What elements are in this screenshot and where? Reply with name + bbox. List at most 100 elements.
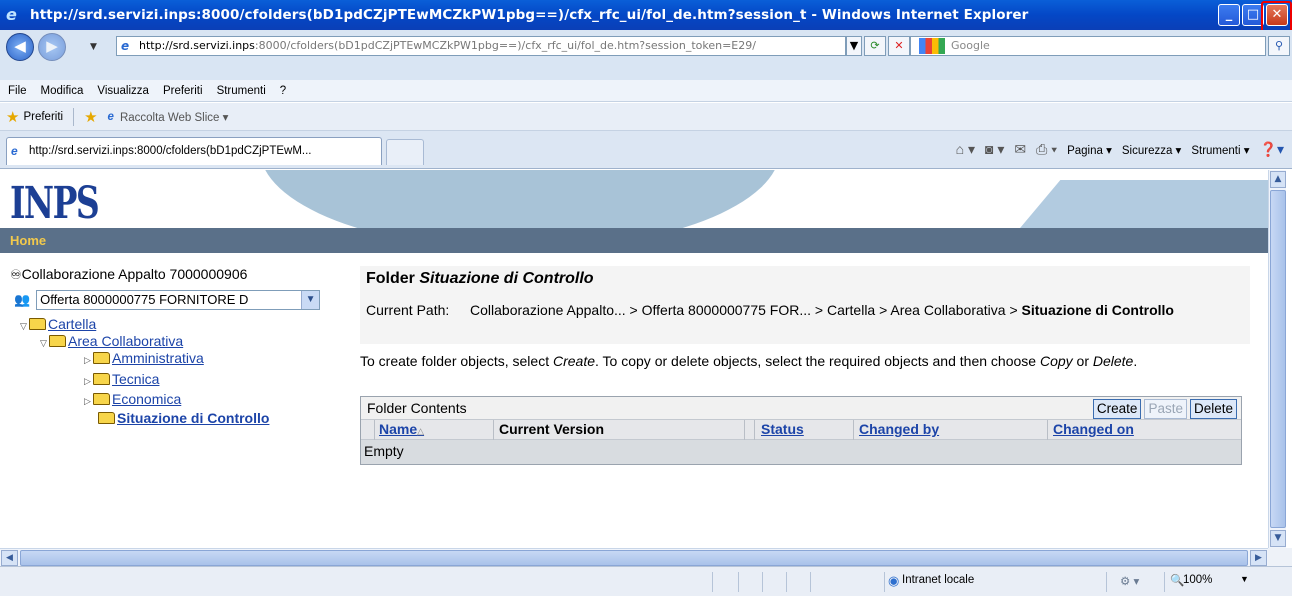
address-input[interactable]: e http://srd.servizi.inps:8000/cfolders(…	[116, 36, 846, 56]
strumenti-menu[interactable]: Strumenti ▾	[1191, 143, 1249, 157]
history-dropdown-icon[interactable]: ▼	[90, 42, 97, 52]
collapse-icon[interactable]: ▽	[20, 321, 29, 332]
menu-modifica[interactable]: Modifica	[41, 85, 84, 97]
url-host: http://srd.servizi.inps	[139, 39, 255, 52]
zoom-level[interactable]: 100%	[1183, 574, 1212, 586]
menu-help[interactable]: ?	[280, 85, 286, 97]
create-button[interactable]: Create	[1092, 399, 1142, 419]
page-content: INPS Home ♾Collaborazione Appalto 700000…	[0, 170, 1268, 548]
chevron-down-icon[interactable]: ▼	[301, 291, 320, 309]
google-icon	[919, 38, 945, 54]
ie-logo-icon: e	[6, 5, 17, 24]
back-button[interactable]: ◀	[6, 33, 34, 61]
column-changed-by[interactable]: Changed by	[859, 421, 939, 437]
tree-link-economica[interactable]: Economica	[112, 391, 181, 407]
column-status[interactable]: Status	[761, 421, 804, 437]
expand-icon[interactable]: ▷	[84, 355, 93, 366]
horizontal-scroll-thumb[interactable]	[20, 550, 1248, 566]
security-zone[interactable]: Intranet locale	[902, 574, 974, 586]
offer-select-value: Offerta 8000000775 FORNITORE D	[40, 292, 249, 307]
status-separator	[738, 572, 739, 592]
vertical-scrollbar[interactable]: ▲ ▼	[1268, 170, 1286, 548]
tree-item-tecnica: ▷ Tecnica	[84, 371, 159, 387]
delete-button[interactable]: Delete	[1189, 399, 1237, 419]
scroll-up-icon[interactable]: ▲	[1270, 171, 1286, 188]
vertical-scroll-thumb[interactable]	[1270, 190, 1286, 528]
page-icon: e	[121, 39, 130, 53]
new-tab-button[interactable]	[386, 139, 424, 165]
home-link[interactable]: Home	[0, 228, 1268, 253]
mail-icon[interactable]: ✉	[1014, 141, 1026, 158]
favorites-bar: ★ Preferiti ★ e Raccolta Web Slice ▾	[0, 103, 1292, 131]
tree-link-amministrativa[interactable]: Amministrativa	[112, 350, 204, 366]
folder-icon	[93, 393, 110, 405]
search-input[interactable]: Google	[910, 36, 1266, 56]
folder-title-name: Situazione di Controllo	[419, 270, 594, 287]
status-separator	[884, 572, 885, 592]
menu-visualizza[interactable]: Visualizza	[97, 85, 149, 97]
paste-button[interactable]: Paste	[1144, 399, 1187, 419]
feeds-icon[interactable]: ◙ ▾	[985, 141, 1004, 158]
add-favorite-icon[interactable]: ★	[84, 108, 97, 126]
menu-file[interactable]: File	[8, 85, 27, 97]
users-icon: 👥	[14, 291, 31, 307]
refresh-icon[interactable]: ⟳	[864, 36, 886, 56]
horizontal-scrollbar[interactable]: ◀ ▶	[0, 548, 1268, 566]
tab-current[interactable]: e http://srd.servizi.inps:8000/cfolders(…	[6, 137, 382, 165]
status-separator	[712, 572, 713, 592]
column-changed-on[interactable]: Changed on	[1053, 421, 1134, 437]
current-path-current: Situazione di Controllo	[1021, 302, 1174, 318]
home-icon[interactable]: ⌂ ▾	[956, 141, 975, 158]
menu-strumenti[interactable]: Strumenti	[217, 85, 266, 97]
tree-link-tecnica[interactable]: Tecnica	[112, 371, 159, 387]
forward-button[interactable]: ▶	[38, 33, 66, 61]
scroll-down-icon[interactable]: ▼	[1270, 530, 1286, 547]
scroll-right-icon[interactable]: ▶	[1250, 550, 1267, 566]
tree-offer: 👥 Offerta 8000000775 FORNITORE D ▼	[14, 290, 321, 310]
webslice-button[interactable]: Raccolta Web Slice ▾	[120, 110, 228, 124]
instructions: To create folder objects, select Create.…	[360, 352, 1250, 370]
tree-link-area[interactable]: Area Collaborativa	[68, 333, 183, 349]
menu-preferiti[interactable]: Preferiti	[163, 85, 203, 97]
folder-contents-buttons: Create Paste Delete	[1092, 399, 1237, 419]
tree-item-amministrativa: ▷ Amministrativa	[84, 350, 204, 366]
instructions-text: .	[1133, 353, 1138, 369]
tree-link-cartella[interactable]: Cartella	[48, 316, 96, 332]
column-name[interactable]: Name△	[379, 421, 424, 437]
menu-bar: File Modifica Visualizza Preferiti Strum…	[0, 80, 1292, 102]
search-icon[interactable]: ⚲	[1268, 36, 1290, 56]
pagina-menu[interactable]: Pagina ▾	[1067, 143, 1112, 157]
print-icon[interactable]: ⎙ ▾	[1036, 141, 1057, 158]
help-icon[interactable]: ❓▾	[1260, 141, 1284, 158]
scroll-left-icon[interactable]: ◀	[1, 550, 18, 566]
url-path: :8000/cfolders(bD1pdCZjPTEwMCZkPW1pbg==)…	[254, 39, 756, 52]
instructions-text: To create folder objects, select	[360, 353, 553, 369]
tab-ie-icon: e	[11, 144, 18, 158]
collapse-icon[interactable]: ▽	[40, 338, 49, 349]
address-dropdown-icon[interactable]: ▼	[846, 36, 862, 56]
stop-icon[interactable]: ✕	[888, 36, 910, 56]
instructions-create: Create	[553, 353, 596, 369]
intranet-globe-icon: ◉	[888, 573, 900, 588]
protected-mode-icon[interactable]: ⚙ ▾	[1120, 574, 1139, 588]
column-name-label: Name	[379, 421, 418, 437]
folder-title-prefix: Folder	[366, 270, 420, 287]
column-separator	[493, 420, 494, 440]
column-separator	[1047, 420, 1048, 440]
webslice-ie-icon: e	[107, 110, 114, 123]
minimize-button[interactable]: _	[1218, 4, 1240, 26]
current-path-label: Current Path:	[366, 302, 450, 318]
tree-item-area: ▽ Area Collaborativa	[40, 333, 183, 349]
folder-icon	[93, 373, 110, 385]
expand-icon[interactable]: ▷	[84, 376, 93, 387]
banner-decoration	[260, 170, 780, 228]
zoom-dropdown-icon[interactable]: ▼	[1240, 574, 1249, 584]
column-separator	[374, 420, 375, 440]
offer-select[interactable]: Offerta 8000000775 FORNITORE D ▼	[36, 290, 321, 310]
favorites-button[interactable]: Preferiti	[23, 111, 63, 123]
sicurezza-menu[interactable]: Sicurezza ▾	[1122, 143, 1181, 157]
expand-icon[interactable]: ▷	[84, 396, 93, 407]
status-separator	[1164, 572, 1165, 592]
folder-contents-title: Folder Contents	[367, 400, 467, 416]
tree-link-situazione[interactable]: Situazione di Controllo	[117, 410, 269, 426]
